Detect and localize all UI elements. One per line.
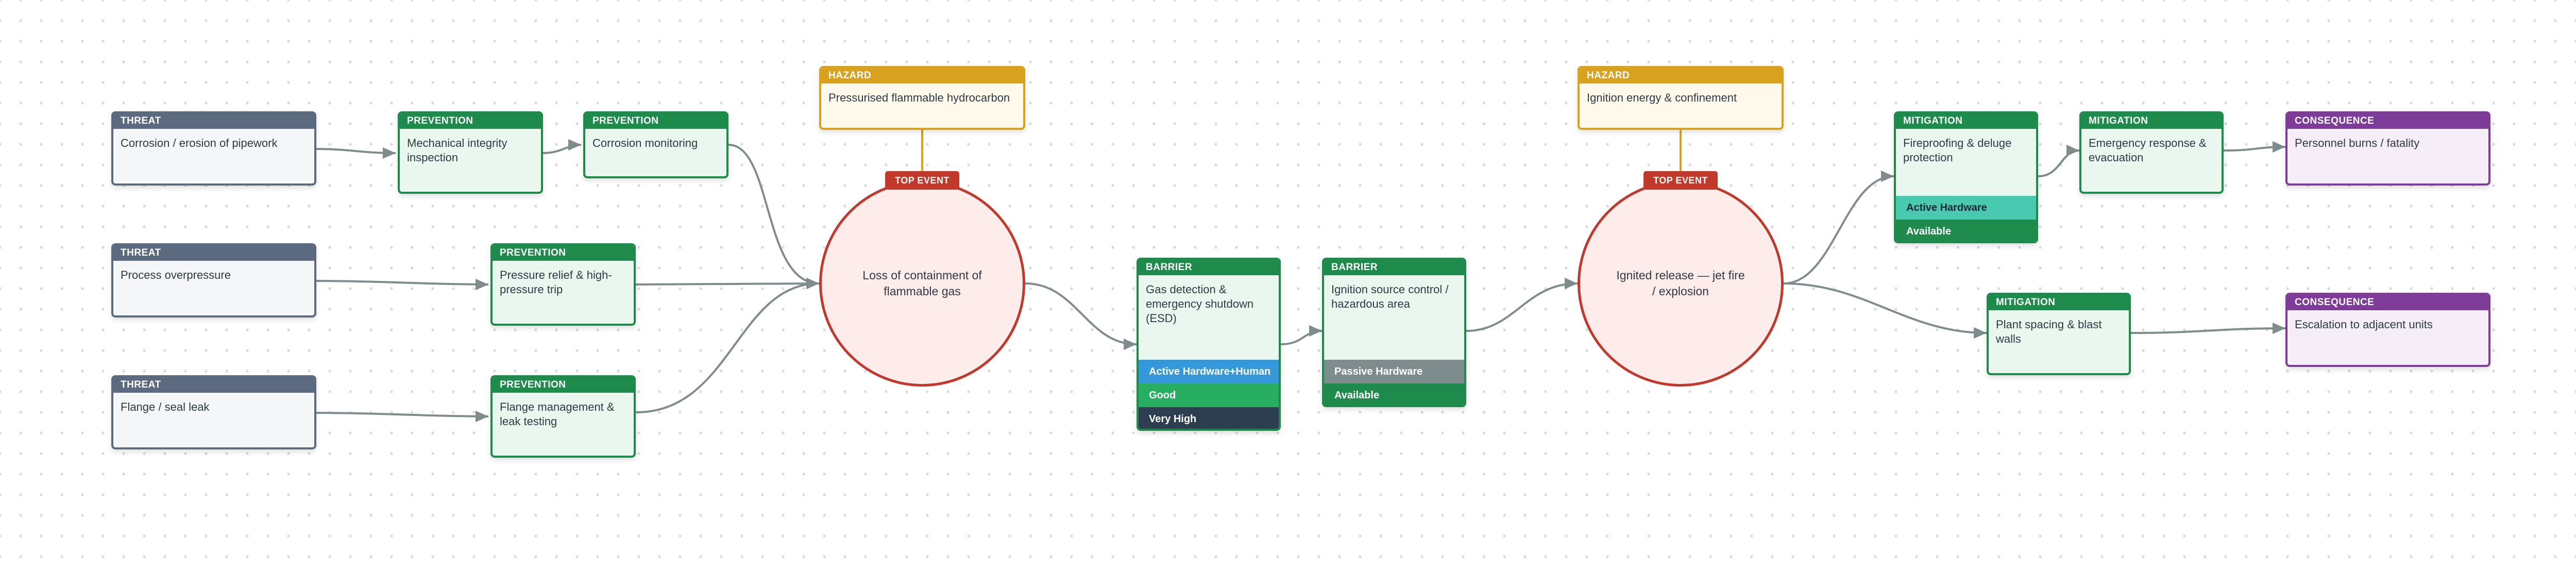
- consequence-text: Escalation to adjacent units: [2295, 318, 2433, 331]
- prevention-text: Pressure relief & high-pressure trip: [500, 269, 612, 296]
- threat-label: THREAT: [113, 245, 314, 261]
- mitigation-text: Fireproofing & deluge protection: [1903, 137, 2012, 164]
- connector-threat2-prevention3: [316, 278, 489, 291]
- consequence-label: CONSEQUENCE: [2287, 113, 2488, 129]
- prevention-node-2[interactable]: PREVENTION Corrosion monitoring: [583, 111, 728, 178]
- barrier-node-2[interactable]: BARRIER Ignition source control / hazard…: [1322, 258, 1466, 407]
- threat-text: Process overpressure: [121, 269, 231, 281]
- connector-layer: [316, 130, 2286, 423]
- barrier-label: BARRIER: [1139, 260, 1279, 275]
- barrier-effectiveness-band: Good: [1139, 383, 1279, 407]
- barrier-type-band: Passive Hardware: [1324, 360, 1464, 383]
- prevention-text: Corrosion monitoring: [592, 137, 698, 149]
- prevention-text: Flange management & leak testing: [500, 400, 615, 428]
- consequence-text: Personnel burns / fatality: [2295, 137, 2420, 149]
- mitigation-text: Emergency response & evacuation: [2089, 137, 2207, 164]
- threat-text: Corrosion / erosion of pipework: [121, 137, 278, 149]
- connector-prevention3-topevent1: [635, 277, 820, 290]
- threat-node-2[interactable]: THREAT Process overpressure: [111, 243, 316, 317]
- connector-barrier2-topevent2: [1466, 277, 1578, 332]
- prevention-text: Mechanical integrity inspection: [407, 137, 507, 164]
- prevention-label: PREVENTION: [585, 113, 726, 129]
- connector-mitigation3-consequence2: [2130, 322, 2286, 334]
- barrier-label: BARRIER: [1324, 260, 1464, 275]
- consequence-node-1[interactable]: CONSEQUENCE Personnel burns / fatality: [2285, 111, 2490, 186]
- prevention-label: PREVENTION: [493, 245, 634, 261]
- prevention-node-3[interactable]: PREVENTION Pressure relief & high-pressu…: [490, 243, 636, 326]
- threat-text: Flange / seal leak: [121, 400, 210, 413]
- barrier-type-band: Active Hardware+Human: [1139, 360, 1279, 383]
- connector-topevent2-mitigation3: [1783, 282, 1987, 339]
- connector-topevent1-barrier1: [1025, 282, 1137, 350]
- prevention-label: PREVENTION: [493, 377, 634, 393]
- top-event-badge-1: TOP EVENT: [885, 171, 959, 190]
- hazard-label: HAZARD: [821, 68, 1023, 83]
- consequence-label: CONSEQUENCE: [2287, 295, 2488, 310]
- barrier-node-1[interactable]: BARRIER Gas detection & emergency shutdo…: [1137, 258, 1281, 431]
- top-event-node-1[interactable]: Loss of containment of flammable gas: [819, 180, 1025, 387]
- connector-prevention2-topevent1: [728, 144, 820, 290]
- connector-mitigation2-consequence1: [2223, 141, 2286, 153]
- hazard-text: Ignition energy & confinement: [1587, 91, 1737, 104]
- mitigation-type-band: Active Hardware: [1896, 196, 2036, 220]
- mitigation-node-3[interactable]: MITIGATION Plant spacing & blast walls: [1987, 293, 2131, 375]
- connector-barrier1-barrier2: [1280, 325, 1323, 345]
- mitigation-label: MITIGATION: [2081, 113, 2222, 129]
- threat-node-3[interactable]: THREAT Flange / seal leak: [111, 375, 316, 449]
- hazard-node-2[interactable]: HAZARD Ignition energy & confinement: [1578, 66, 1784, 130]
- prevention-node-4[interactable]: PREVENTION Flange management & leak test…: [490, 375, 636, 458]
- threat-label: THREAT: [113, 377, 314, 393]
- hazard-node-1[interactable]: HAZARD Pressurised flammable hydrocarbon: [819, 66, 1025, 130]
- hazard-text: Pressurised flammable hydrocarbon: [828, 91, 1010, 104]
- connector-prevention1-prevention2: [543, 139, 582, 154]
- connector-topevent2-mitigation1: [1783, 170, 1894, 284]
- mitigation-node-2[interactable]: MITIGATION Emergency response & evacuati…: [2079, 111, 2224, 194]
- connector-threat1-prevention1: [316, 147, 396, 159]
- mitigation-status-band: Available: [1896, 220, 2036, 241]
- top-event-badge-2: TOP EVENT: [1643, 171, 1718, 190]
- connector-mitigation1-mitigation2: [2038, 144, 2080, 177]
- top-event-text: Loss of containment of flammable gas: [862, 269, 982, 298]
- mitigation-label: MITIGATION: [1896, 113, 2036, 129]
- barrier-text: Ignition source control / hazardous area: [1331, 283, 1449, 310]
- prevention-label: PREVENTION: [400, 113, 541, 129]
- mitigation-label: MITIGATION: [1989, 295, 2129, 310]
- top-event-text: Ignited release — jet fire / explosion: [1616, 269, 1745, 298]
- barrier-criticality-band: Very High: [1139, 407, 1279, 429]
- connector-prevention4-topevent1: [635, 277, 820, 413]
- prevention-node-1[interactable]: PREVENTION Mechanical integrity inspecti…: [398, 111, 543, 194]
- hazard-label: HAZARD: [1580, 68, 1782, 83]
- threat-label: THREAT: [113, 113, 314, 129]
- connector-threat3-prevention4: [316, 410, 489, 423]
- barrier-status-band: Available: [1324, 383, 1464, 405]
- threat-node-1[interactable]: THREAT Corrosion / erosion of pipework: [111, 111, 316, 186]
- barrier-text: Gas detection & emergency shutdown (ESD): [1146, 283, 1254, 325]
- consequence-node-2[interactable]: CONSEQUENCE Escalation to adjacent units: [2285, 293, 2490, 367]
- top-event-node-2[interactable]: Ignited release — jet fire / explosion: [1578, 180, 1784, 387]
- mitigation-node-1[interactable]: MITIGATION Fireproofing & deluge protect…: [1894, 111, 2038, 243]
- mitigation-text: Plant spacing & blast walls: [1996, 318, 2102, 345]
